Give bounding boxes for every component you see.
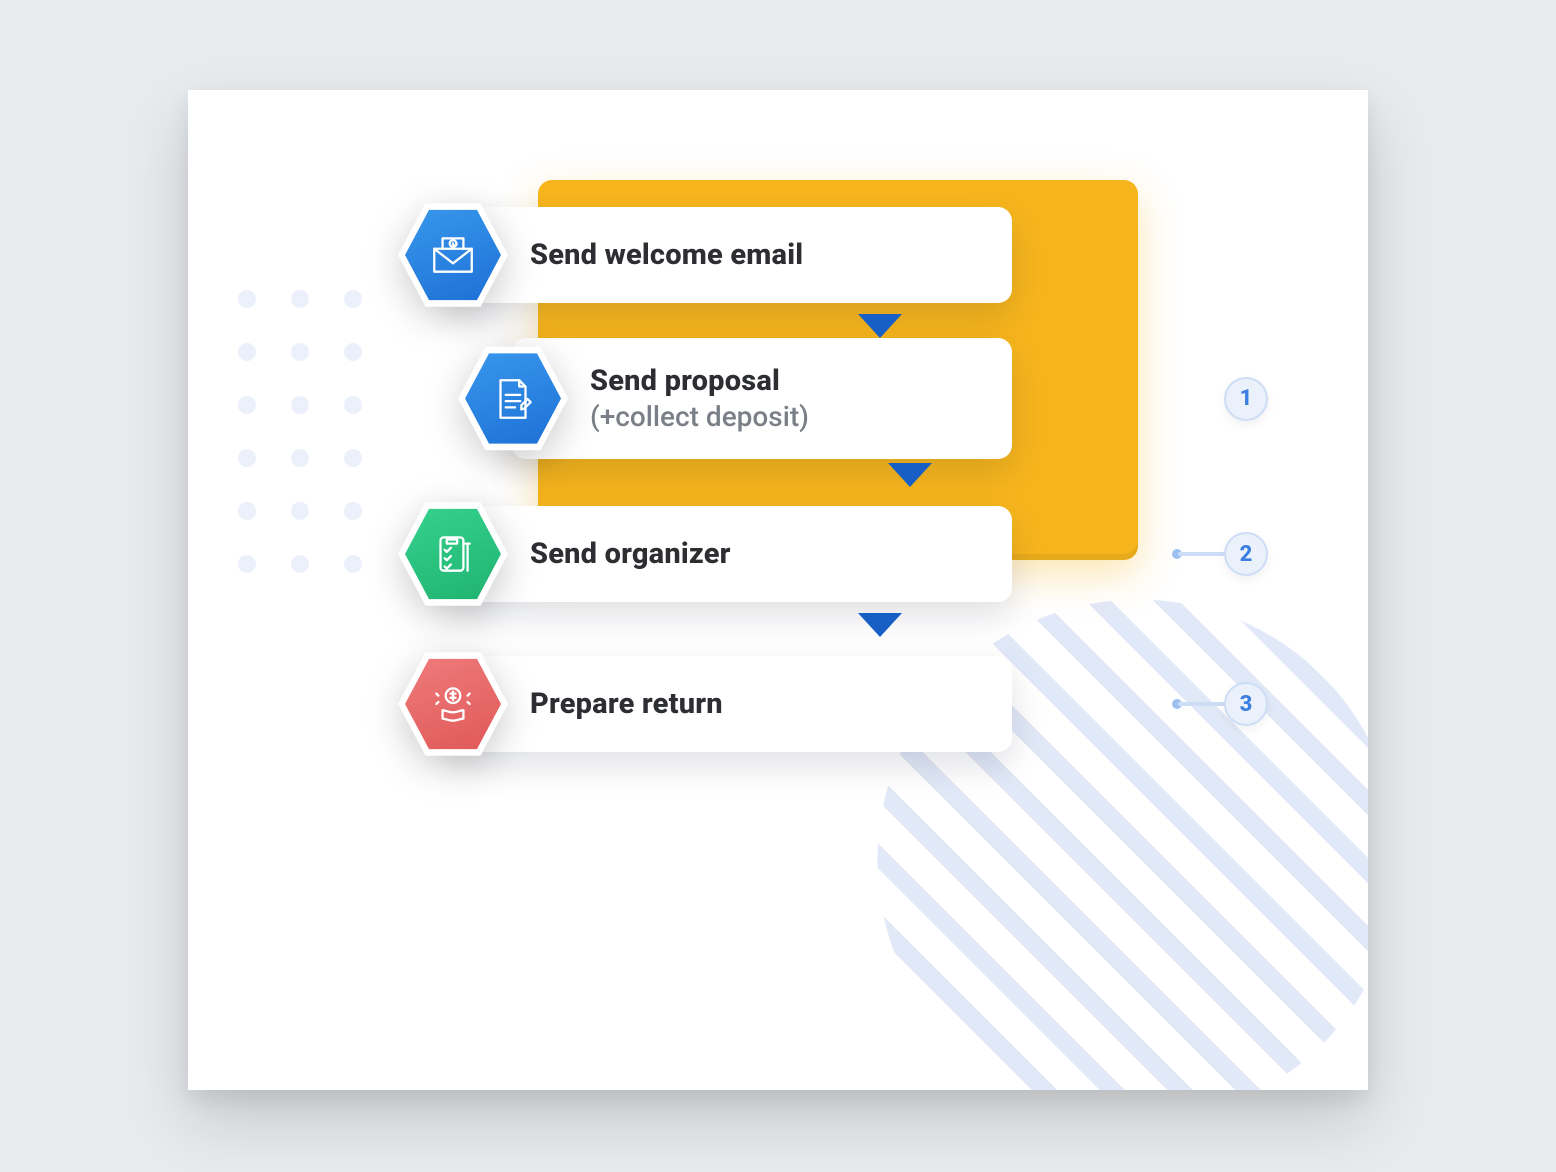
workflow-step: Send welcome email	[398, 200, 1178, 310]
connector-line	[1178, 552, 1226, 556]
task-card: Prepare return	[452, 656, 1012, 752]
workflow-step: Send proposal (+collect deposit) 1	[458, 338, 1178, 459]
task-card: Send organizer	[452, 506, 1012, 602]
workflow-step: Prepare return 3	[398, 649, 1178, 759]
task-card: Send proposal (+collect deposit)	[512, 338, 1012, 459]
diagram-card: Send welcome email Send proposal	[188, 90, 1368, 1090]
step-hex-icon	[398, 499, 508, 609]
task-subtitle: (+collect deposit)	[590, 400, 970, 433]
connector-arrow	[858, 613, 902, 637]
connector-line	[1178, 702, 1226, 706]
task-title: Prepare return	[530, 687, 970, 721]
connector-arrow	[888, 463, 932, 487]
connector-arrow	[858, 314, 902, 338]
task-title: Send organizer	[530, 537, 970, 571]
step-hex-icon	[458, 344, 568, 454]
task-title: Send welcome email	[530, 238, 970, 272]
dot-grid-decoration	[238, 290, 362, 573]
step-number-badge: 1	[1224, 377, 1268, 421]
task-card: Send welcome email	[452, 207, 1012, 303]
step-hex-icon	[398, 649, 508, 759]
step-number-badge: 2	[1224, 532, 1268, 576]
workflow-step: Send organizer 2	[398, 499, 1178, 609]
workflow-container: Send welcome email Send proposal	[398, 200, 1178, 787]
task-title: Send proposal	[590, 364, 970, 398]
step-number-badge: 3	[1224, 682, 1268, 726]
step-hex-icon	[398, 200, 508, 310]
